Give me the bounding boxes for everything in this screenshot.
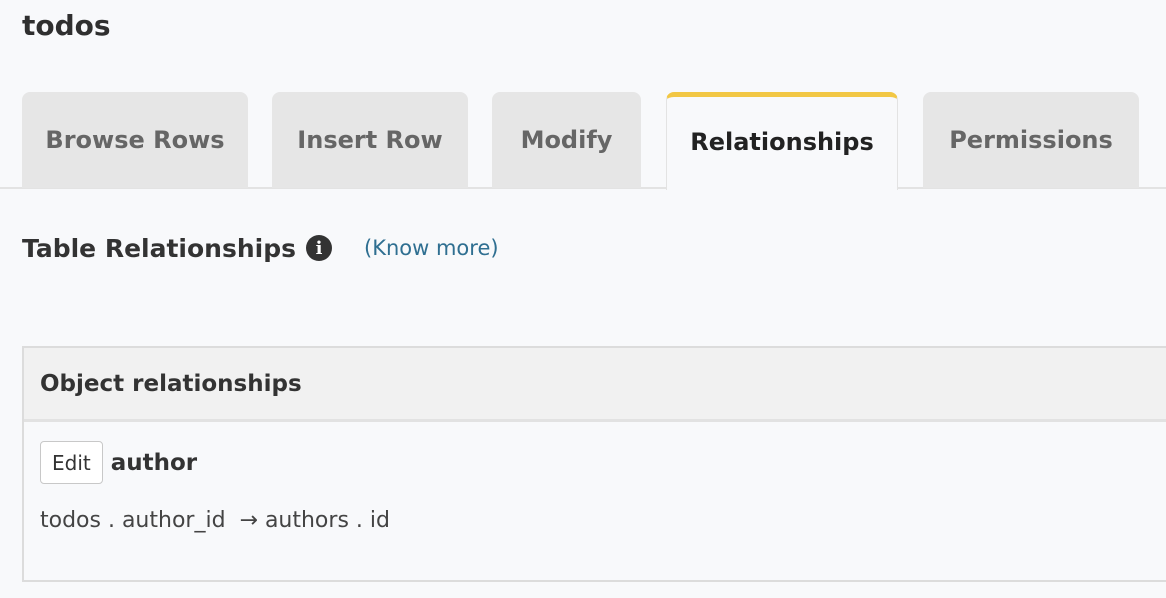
relationship-mapping: todos . author_id → authors . id — [40, 508, 390, 533]
tab-insert-row[interactable]: Insert Row — [272, 92, 468, 188]
panel-header: Object relationships — [24, 348, 1166, 422]
tab-modify[interactable]: Modify — [492, 92, 641, 188]
page: todos Browse Rows Insert Row Modify Rela… — [0, 0, 1166, 598]
object-relationships-panel: Object relationships Edit author todos .… — [22, 346, 1166, 582]
page-title: todos — [22, 9, 111, 42]
tab-permissions[interactable]: Permissions — [923, 92, 1139, 188]
section-title: Table Relationships — [22, 233, 296, 263]
section-heading: Table Relationships i (Know more) — [22, 228, 499, 268]
edit-button[interactable]: Edit — [40, 441, 103, 484]
panel-header-title: Object relationships — [40, 370, 302, 397]
tab-relationships[interactable]: Relationships — [666, 92, 898, 190]
tab-browse-rows[interactable]: Browse Rows — [22, 92, 248, 188]
relationship-name: author — [110, 449, 198, 476]
info-circle-icon[interactable]: i — [306, 235, 332, 261]
know-more-link[interactable]: (Know more) — [364, 236, 499, 260]
relationship-row: Edit author — [40, 441, 197, 484]
